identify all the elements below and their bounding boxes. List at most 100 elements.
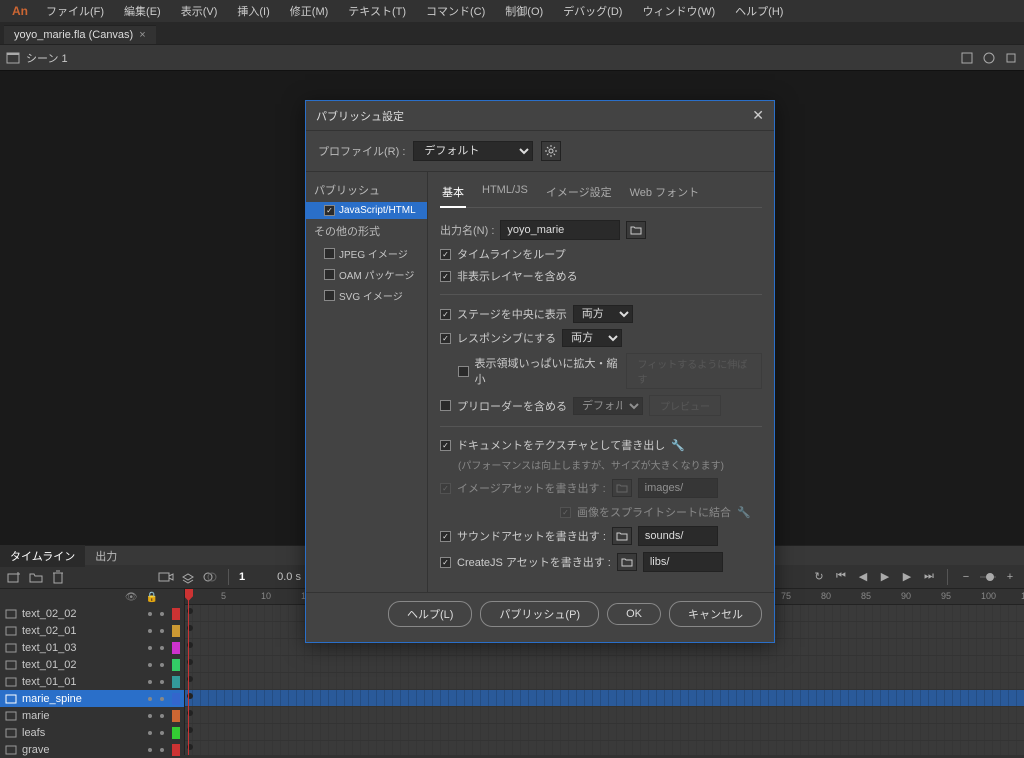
go-first-icon[interactable]: ⏮ — [833, 569, 849, 585]
publish-button[interactable]: パブリッシュ(P) — [480, 601, 599, 627]
subtab-image[interactable]: イメージ設定 — [544, 180, 614, 207]
checkbox-jpeg[interactable] — [324, 248, 335, 259]
sidebar-item-oam[interactable]: OAM パッケージ — [306, 264, 427, 285]
layer-color-swatch[interactable] — [172, 625, 180, 637]
profile-options-button[interactable] — [541, 141, 561, 161]
layer-color-swatch[interactable] — [172, 659, 180, 671]
frame-row[interactable] — [185, 707, 1024, 724]
menu-view[interactable]: 表示(V) — [173, 1, 226, 21]
layer-color-swatch[interactable] — [172, 744, 180, 756]
frame-row[interactable] — [185, 724, 1024, 741]
layer-depth-icon[interactable] — [180, 569, 196, 585]
menu-window[interactable]: ウィンドウ(W) — [634, 1, 723, 21]
createjs-path-input[interactable] — [643, 552, 723, 572]
checkbox-responsive[interactable] — [440, 333, 451, 344]
camera-icon[interactable] — [158, 569, 174, 585]
layer-color-swatch[interactable] — [172, 727, 180, 739]
checkbox-js-html[interactable] — [324, 205, 335, 216]
layer-row[interactable]: grave — [0, 741, 184, 758]
layer-row[interactable]: text_02_01 — [0, 622, 184, 639]
menu-file[interactable]: ファイル(F) — [38, 1, 112, 21]
createjs-path-browse[interactable] — [617, 553, 637, 571]
zoom-in-icon[interactable]: + — [1002, 569, 1018, 585]
document-tab[interactable]: yoyo_marie.fla (Canvas) × — [4, 25, 156, 44]
step-back-icon[interactable]: ◀ — [855, 569, 871, 585]
edit-symbols-icon[interactable] — [982, 51, 996, 65]
frame-row[interactable] — [185, 673, 1024, 690]
app-logo: An — [6, 4, 34, 18]
center-stage-select[interactable]: 両方 — [573, 305, 633, 323]
sidebar-item-svg[interactable]: SVG イメージ — [306, 285, 427, 306]
ok-button[interactable]: OK — [607, 603, 661, 625]
tab-timeline[interactable]: タイムライン — [0, 545, 85, 567]
subtab-basic[interactable]: 基本 — [440, 180, 466, 208]
zoom-icon[interactable] — [1004, 51, 1018, 65]
lock-header-icon[interactable]: 🔒 — [146, 592, 158, 603]
tab-output[interactable]: 出力 — [85, 545, 127, 567]
sidebar-item-jpeg[interactable]: JPEG イメージ — [306, 243, 427, 264]
layer-row[interactable]: text_01_02 — [0, 656, 184, 673]
layer-color-swatch[interactable] — [172, 710, 180, 722]
timeline-zoom-slider[interactable] — [980, 569, 996, 585]
frame-row[interactable] — [185, 741, 1024, 755]
checkbox-oam[interactable] — [324, 269, 335, 280]
playhead[interactable] — [188, 589, 189, 755]
menu-debug[interactable]: デバッグ(D) — [555, 1, 630, 21]
layer-color-swatch[interactable] — [172, 676, 180, 688]
menu-text[interactable]: テキスト(T) — [340, 1, 414, 21]
layer-row[interactable]: leafs — [0, 724, 184, 741]
layer-row[interactable]: marie_spine — [0, 690, 184, 707]
menu-insert[interactable]: 挿入(I) — [229, 1, 277, 21]
profile-select[interactable]: デフォルト — [413, 141, 533, 161]
sound-path-input[interactable] — [638, 526, 718, 546]
menu-control[interactable]: 制御(O) — [497, 1, 551, 21]
layer-color-swatch[interactable] — [172, 608, 180, 620]
delete-layer-icon[interactable] — [50, 569, 66, 585]
subtab-webfont[interactable]: Web フォント — [628, 180, 701, 207]
checkbox-preloader[interactable] — [440, 400, 451, 411]
menu-commands[interactable]: コマンド(C) — [418, 1, 493, 21]
sidebar-item-javascript-html[interactable]: JavaScript/HTML — [306, 202, 427, 219]
current-frame[interactable]: 1 — [239, 571, 245, 583]
checkbox-include-hidden[interactable] — [440, 271, 451, 282]
layer-row[interactable]: text_02_02 — [0, 605, 184, 622]
layer-color-swatch[interactable] — [172, 642, 180, 654]
onion-skin-icon[interactable] — [202, 569, 218, 585]
menu-edit[interactable]: 編集(E) — [116, 1, 169, 21]
frame-row[interactable] — [185, 690, 1024, 707]
checkbox-scale-fill[interactable] — [458, 366, 469, 377]
edit-scene-icon[interactable] — [960, 51, 974, 65]
output-name-input[interactable] — [500, 220, 620, 240]
menu-modify[interactable]: 修正(M) — [282, 1, 337, 21]
checkbox-sound-assets[interactable] — [440, 531, 451, 542]
layer-row[interactable]: marie — [0, 707, 184, 724]
menu-help[interactable]: ヘルプ(H) — [727, 1, 791, 21]
document-tab-close[interactable]: × — [139, 29, 145, 41]
sound-path-browse[interactable] — [612, 527, 632, 545]
cancel-button[interactable]: キャンセル — [669, 601, 762, 627]
visibility-header-icon[interactable]: 👁 — [125, 592, 138, 603]
layer-row[interactable]: text_01_01 — [0, 673, 184, 690]
new-layer-icon[interactable] — [6, 569, 22, 585]
layer-row[interactable]: text_01_03 — [0, 639, 184, 656]
scene-name[interactable]: シーン 1 — [26, 50, 68, 66]
new-folder-icon[interactable] — [28, 569, 44, 585]
play-icon[interactable]: ▶ — [877, 569, 893, 585]
checkbox-createjs-assets[interactable] — [440, 557, 451, 568]
go-last-icon[interactable]: ⏭ — [921, 569, 937, 585]
dialog-close-icon[interactable]: ✕ — [752, 107, 764, 124]
loop-icon[interactable]: ↻ — [811, 569, 827, 585]
responsive-select[interactable]: 両方 — [562, 329, 622, 347]
checkbox-loop-timeline[interactable] — [440, 249, 451, 260]
help-button[interactable]: ヘルプ(L) — [388, 601, 472, 627]
frame-row[interactable] — [185, 656, 1024, 673]
output-browse-button[interactable] — [626, 221, 646, 239]
subtab-htmljs[interactable]: HTML/JS — [480, 180, 530, 207]
layer-color-swatch[interactable] — [172, 693, 180, 705]
zoom-out-icon[interactable]: − — [958, 569, 974, 585]
checkbox-center-stage[interactable] — [440, 309, 451, 320]
step-fwd-icon[interactable]: ▶ — [899, 569, 915, 585]
checkbox-svg[interactable] — [324, 290, 335, 301]
texture-settings-icon[interactable]: 🔧 — [671, 439, 685, 452]
checkbox-texture-export[interactable] — [440, 440, 451, 451]
